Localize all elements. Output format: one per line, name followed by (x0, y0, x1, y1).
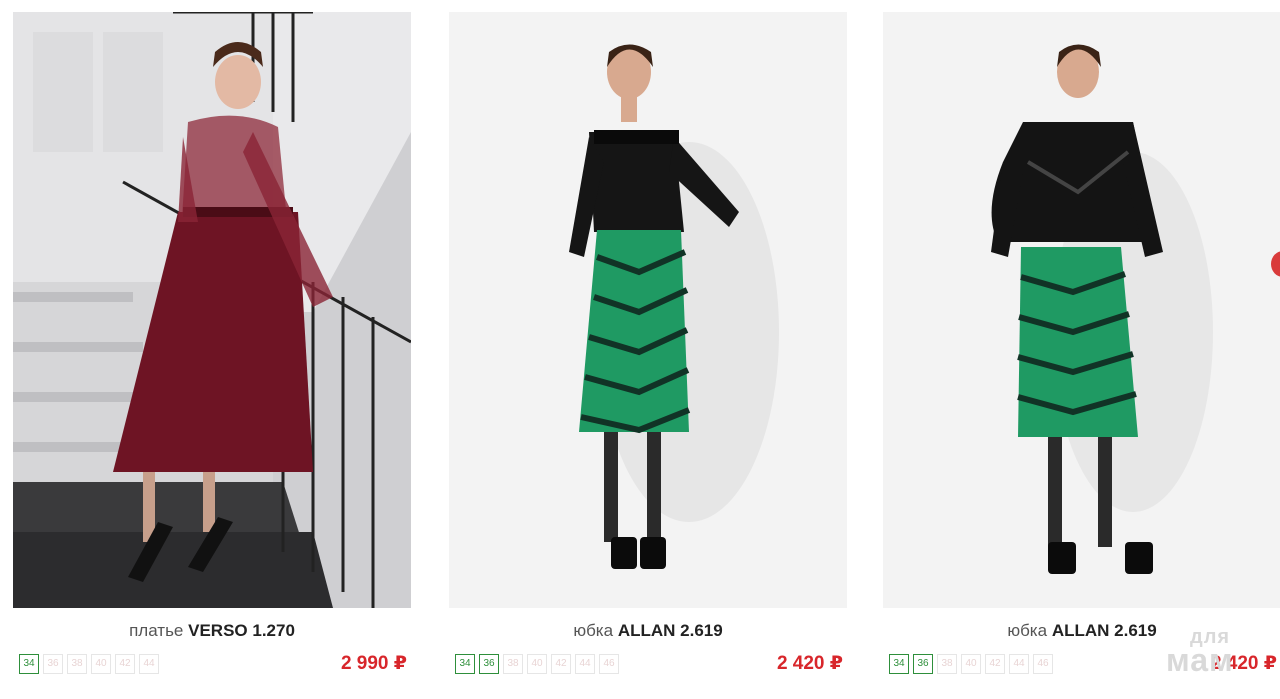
size-option[interactable]: 44 (575, 654, 595, 674)
size-list: 34 36 38 40 42 44 46 (455, 654, 619, 674)
size-option[interactable]: 34 (455, 654, 475, 674)
skirt-photo-image (883, 12, 1280, 608)
size-option[interactable]: 38 (937, 654, 957, 674)
product-type: юбка (573, 621, 614, 640)
product-photo[interactable] (883, 12, 1280, 608)
size-option[interactable]: 40 (527, 654, 547, 674)
size-option[interactable]: 36 (43, 654, 63, 674)
size-option[interactable]: 40 (961, 654, 981, 674)
product-type: юбка (1007, 621, 1048, 640)
product-card[interactable]: юбка ALLAN 2.619 34 36 38 40 42 44 46 2 … (449, 12, 847, 674)
product-type: платье (129, 621, 184, 640)
product-photo[interactable] (13, 12, 411, 608)
size-option[interactable]: 46 (1033, 654, 1053, 674)
size-option[interactable]: 34 (889, 654, 909, 674)
size-option[interactable]: 42 (985, 654, 1005, 674)
product-price: 2 990 ₽ (340, 653, 407, 674)
size-list: 34 36 38 40 42 44 46 (889, 654, 1053, 674)
product-title[interactable]: платье VERSO 1.270 (13, 621, 411, 641)
size-option[interactable]: 38 (67, 654, 87, 674)
size-option[interactable]: 42 (551, 654, 571, 674)
product-card[interactable]: платье VERSO 1.270 34 36 38 40 42 44 2 9… (13, 12, 411, 674)
product-card[interactable]: юбка ALLAN 2.619 34 36 38 40 42 44 46 2 … (883, 12, 1280, 674)
skirt-photo-image (449, 12, 847, 608)
product-title[interactable]: юбка ALLAN 2.619 (449, 621, 847, 641)
dress-photo-image (13, 12, 411, 608)
product-name: VERSO 1.270 (188, 621, 295, 640)
size-option[interactable]: 34 (19, 654, 39, 674)
size-option[interactable]: 38 (503, 654, 523, 674)
size-option[interactable]: 42 (115, 654, 135, 674)
product-price: 2 420 ₽ (776, 653, 843, 674)
size-option[interactable]: 44 (1009, 654, 1029, 674)
product-photo[interactable] (449, 12, 847, 608)
size-option[interactable]: 46 (599, 654, 619, 674)
watermark-line-2: мам (1166, 642, 1234, 678)
watermark-logo: для мам (1166, 627, 1234, 678)
size-list: 34 36 38 40 42 44 (19, 654, 159, 674)
size-option[interactable]: 40 (91, 654, 111, 674)
size-option[interactable]: 36 (913, 654, 933, 674)
product-name: ALLAN 2.619 (617, 621, 723, 640)
product-name: ALLAN 2.619 (1051, 621, 1157, 640)
size-option[interactable]: 44 (139, 654, 159, 674)
size-option[interactable]: 36 (479, 654, 499, 674)
